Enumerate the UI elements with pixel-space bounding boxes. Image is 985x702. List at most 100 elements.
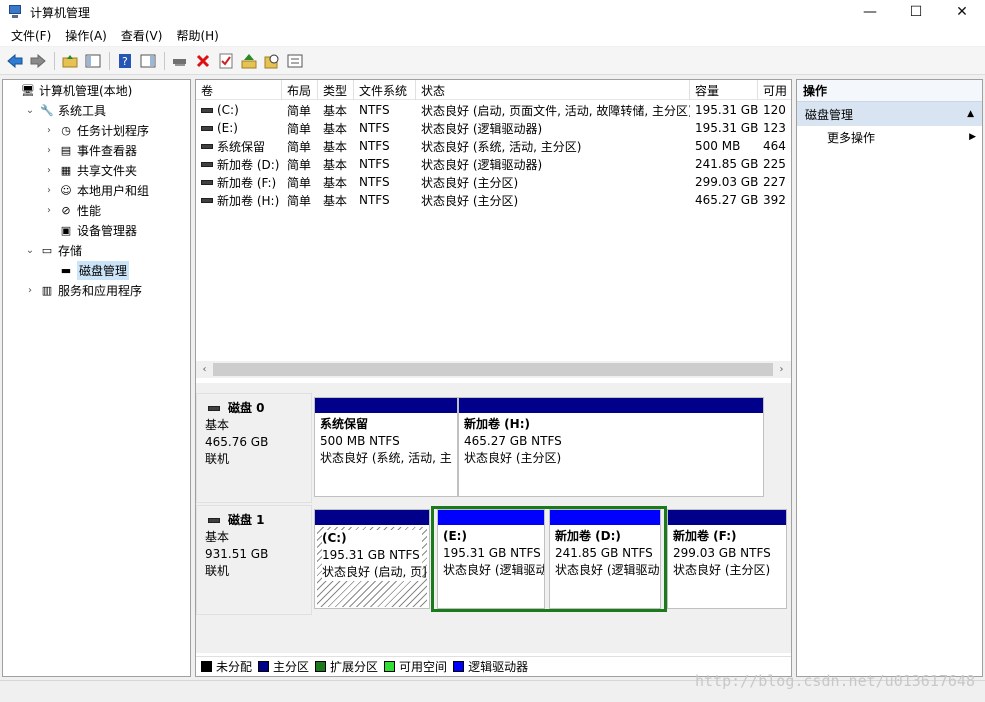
table-row[interactable]: 新加卷 (D:) 简单 基本 NTFS 状态良好 (逻辑驱动器) 241.85 GB 225 — [196, 155, 791, 173]
tree-item-label: 事件查看器 — [77, 143, 138, 158]
more-actions-item[interactable]: 更多操作 ▶ — [797, 126, 982, 148]
tree-item[interactable]: 🖥 计算机管理(本地) — [3, 80, 190, 100]
back-arrow-icon[interactable] — [4, 50, 26, 72]
search-icon[interactable] — [261, 50, 283, 72]
disk-label: 磁盘 1 基本 931.51 GB 联机 — [196, 505, 312, 615]
cell-text: 状态良好 (逻辑驱动器) — [421, 157, 543, 172]
column-header[interactable]: 文件系统 — [354, 80, 416, 100]
volume-icon — [201, 179, 213, 185]
table-row[interactable]: (C:) 简单 基本 NTFS 状态良好 (启动, 页面文件, 活动, 故障转储, 主分… — [196, 101, 791, 119]
partition-size: 465.27 GB NTFS — [464, 434, 562, 448]
up-folder-icon[interactable] — [59, 50, 81, 72]
table-cell: 简单 — [282, 173, 318, 191]
partition-color-bar — [315, 510, 429, 525]
actions-section-disk-management[interactable]: 磁盘管理 ▲ — [797, 102, 982, 126]
tree-item-label: 磁盘管理 — [77, 260, 130, 280]
legend-swatch — [201, 661, 212, 672]
table-cell: 状态良好 (系统, 活动, 主分区) — [416, 137, 690, 155]
column-header[interactable]: 容量 — [690, 80, 758, 100]
tree-item[interactable]: › ▦ 共享文件夹 — [3, 160, 190, 180]
table-cell: NTFS — [354, 173, 416, 191]
cell-text: 简单 — [287, 193, 312, 208]
table-row[interactable]: 系统保留 简单 基本 NTFS 状态良好 (系统, 活动, 主分区) 500 MB 464 — [196, 137, 791, 155]
table-cell: 195.31 GB — [690, 101, 758, 119]
scroll-left-icon[interactable]: ‹ — [196, 364, 213, 375]
expand-chevron-icon[interactable]: › — [43, 165, 55, 176]
column-header[interactable]: 状态 — [416, 80, 690, 100]
tree-item-label: 本地用户和组 — [77, 183, 150, 198]
properties-icon[interactable] — [137, 50, 159, 72]
tree-item[interactable]: › ▤ 事件查看器 — [3, 140, 190, 160]
tree-item[interactable]: ▬ 磁盘管理 — [3, 260, 190, 280]
maximize-button[interactable]: ☐ — [893, 0, 939, 24]
tools-icon: 🔧 — [40, 103, 54, 117]
minimize-button[interactable]: — — [847, 0, 893, 24]
scroll-right-icon[interactable]: › — [773, 364, 790, 375]
cell-text: 120 — [763, 103, 786, 117]
tree-item[interactable]: ▣ 设备管理器 — [3, 220, 190, 240]
table-row[interactable]: 新加卷 (H:) 简单 基本 NTFS 状态良好 (主分区) 465.27 GB 392 — [196, 191, 791, 209]
menu-help[interactable]: 帮助(H) — [169, 27, 225, 44]
expand-chevron-icon[interactable]: › — [43, 185, 55, 196]
expand-chevron-icon[interactable]: › — [24, 285, 36, 296]
legend-label: 逻辑驱动器 — [468, 660, 529, 674]
menu-file[interactable]: 文件(F) — [4, 27, 58, 44]
expand-chevron-icon[interactable]: › — [43, 125, 55, 136]
scrollbar-thumb[interactable] — [213, 363, 773, 376]
partition[interactable]: 新加卷 (H:) 465.27 GB NTFS 状态良好 (主分区) — [458, 397, 764, 497]
tree-item[interactable]: ⌄ ▭ 存储 — [3, 240, 190, 260]
check-icon[interactable] — [215, 50, 237, 72]
column-header[interactable]: 布局 — [282, 80, 318, 100]
connect-icon[interactable] — [169, 50, 191, 72]
collapse-chevron-icon[interactable]: ⌄ — [24, 105, 36, 116]
expand-chevron-icon[interactable]: › — [43, 205, 55, 216]
help-icon[interactable]: ? — [114, 50, 136, 72]
partition-name: 系统保留 — [320, 417, 369, 431]
tree-item[interactable]: › ◷ 任务计划程序 — [3, 120, 190, 140]
upload-icon[interactable] — [238, 50, 260, 72]
users-icon: ☺ — [60, 183, 72, 197]
tree-item[interactable]: › ▥ 服务和应用程序 — [3, 280, 190, 300]
tree-item[interactable]: › ☺ 本地用户和组 — [3, 180, 190, 200]
table-cell: 简单 — [282, 155, 318, 173]
close-button[interactable]: ✕ — [939, 0, 985, 24]
cell-text: 系统保留 — [217, 139, 266, 154]
expand-chevron-icon[interactable]: › — [43, 145, 55, 156]
menu-action[interactable]: 操作(A) — [58, 27, 114, 44]
table-row[interactable]: 新加卷 (F:) 简单 基本 NTFS 状态良好 (主分区) 299.03 GB 227 — [196, 173, 791, 191]
show-hide-tree-icon[interactable] — [82, 50, 104, 72]
table-row[interactable]: (E:) 简单 基本 NTFS 状态良好 (逻辑驱动器) 195.31 GB 123 — [196, 119, 791, 137]
event-viewer-icon: ▤ — [60, 143, 72, 157]
cell-text: 状态良好 (启动, 页面文件, 活动, 故障转储, 主分区) — [421, 103, 690, 118]
actions-section-label: 磁盘管理 — [805, 107, 854, 122]
device-manager-icon: ▣ — [60, 223, 72, 237]
delete-icon[interactable] — [192, 50, 214, 72]
cell-text: (E:) — [217, 121, 238, 135]
cell-text: 392 — [763, 193, 786, 207]
partition[interactable]: (C:) 195.31 GB NTFS 状态良好 (启动, 页] — [314, 509, 430, 609]
cell-text: 500 MB — [695, 139, 741, 153]
menu-view[interactable]: 查看(V) — [114, 27, 170, 44]
collapse-chevron-icon[interactable]: ⌄ — [24, 245, 36, 256]
partition[interactable]: 新加卷 (F:) 299.03 GB NTFS 状态良好 (主分区) — [667, 509, 787, 609]
column-header[interactable]: 类型 — [318, 80, 354, 100]
column-header[interactable]: 可用 — [758, 80, 791, 100]
collapse-arrow-icon[interactable]: ▲ — [967, 109, 974, 119]
legend-item: 未分配 — [201, 658, 252, 675]
horizontal-scrollbar[interactable]: ‹ › — [196, 361, 791, 378]
list-icon[interactable] — [284, 50, 306, 72]
partition-name: 新加卷 (H:) — [464, 417, 530, 431]
tree-item[interactable]: ⌄ 🔧 系统工具 — [3, 100, 190, 120]
column-header[interactable]: 卷 — [196, 80, 282, 100]
tree-item-label: 服务和应用程序 — [58, 283, 143, 298]
partition[interactable]: 系统保留 500 MB NTFS 状态良好 (系统, 活动, 主 — [314, 397, 458, 497]
tree-item[interactable]: › ⊘ 性能 — [3, 200, 190, 220]
cell-text: 简单 — [287, 139, 312, 154]
cell-text: NTFS — [359, 103, 390, 117]
forward-arrow-icon[interactable] — [27, 50, 49, 72]
table-cell: 500 MB — [690, 137, 758, 155]
volume-table-body: (C:) 简单 基本 NTFS 状态良好 (启动, 页面文件, 活动, 故障转储, 主分… — [196, 101, 791, 209]
cell-text: 227 — [763, 175, 786, 189]
cell-text: 123 — [763, 121, 786, 135]
performance-icon: ⊘ — [61, 203, 71, 217]
